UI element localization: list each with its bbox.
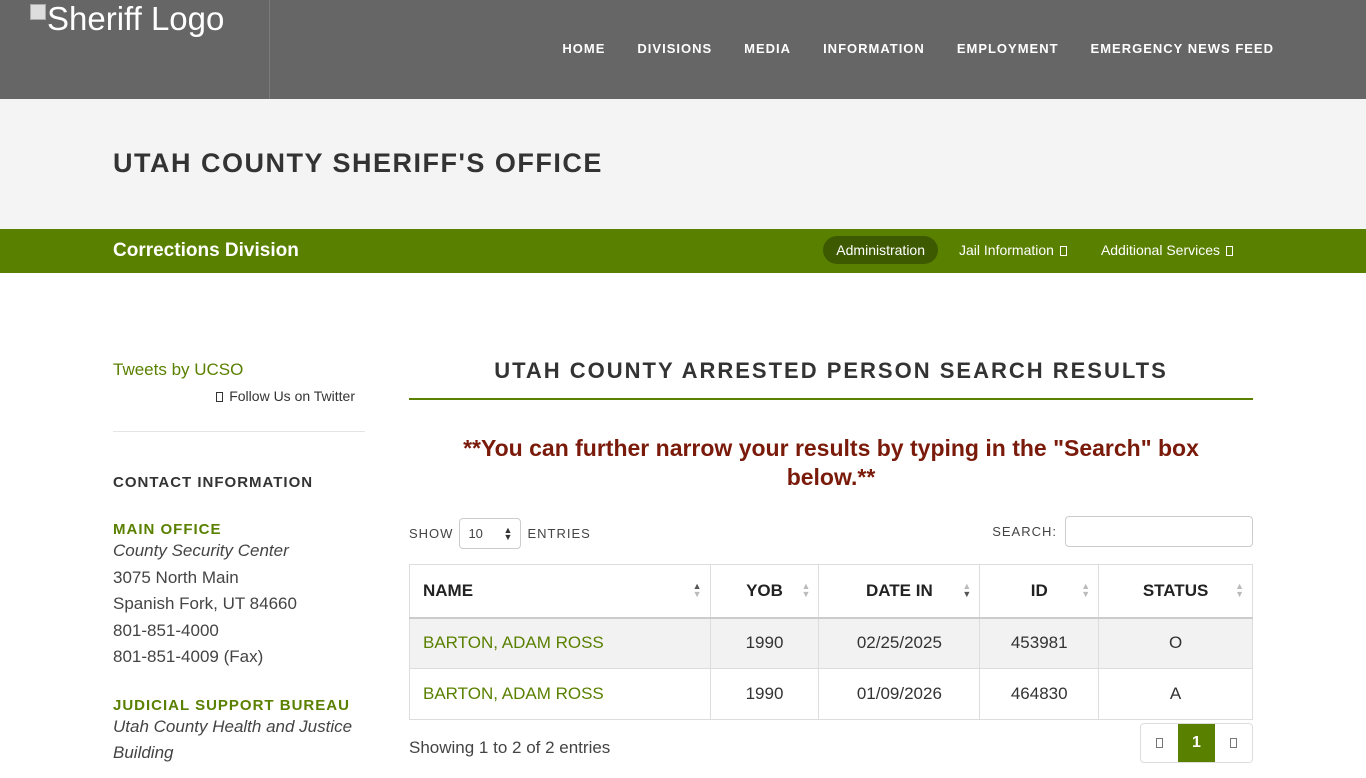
follow-label: Follow Us on Twitter — [229, 388, 355, 404]
col-id-label: ID — [1030, 580, 1048, 600]
cell-status: A — [1098, 668, 1253, 720]
main-office-address: County Security Center 3075 North Main S… — [113, 538, 365, 671]
cell-id: 464830 — [979, 668, 1100, 720]
subnav-administration-label: Administration — [836, 242, 925, 258]
sheriff-logo[interactable]: Sheriff Logo — [30, 0, 224, 38]
col-yob-label: YOB — [746, 580, 783, 600]
main-nav: HOME DIVISIONS MEDIA INFORMATION EMPLOYM… — [546, 38, 1290, 59]
subnav-additional-services-label: Additional Services — [1100, 242, 1220, 258]
cell-id: 453981 — [979, 617, 1100, 669]
col-date-in-header[interactable]: DATE IN ▲ ▼ — [818, 564, 981, 619]
pagination: 1 — [1140, 723, 1253, 763]
nav-home[interactable]: HOME — [546, 38, 621, 59]
divider — [113, 431, 365, 432]
table-row: BARTON, ADAM ROSS 1990 01/09/2026 464830… — [409, 668, 1253, 720]
nav-divisions[interactable]: DIVISIONS — [621, 38, 728, 59]
search-input[interactable] — [1065, 516, 1253, 547]
broken-image-icon — [30, 4, 46, 20]
results-table: NAME ▲ ▼ YOB ▲ ▼ DATE IN ▲ ▼ ID ▲ ▼ STATUS ▲ ▼ BAR… — [409, 564, 1253, 720]
col-id-header[interactable]: ID ▲ ▼ — [979, 564, 1100, 619]
cell-name-link[interactable]: BARTON, ADAM ROSS — [409, 668, 711, 720]
main-office-phone: 801-851-4000 — [113, 620, 219, 640]
sidebar: Tweets by UCSO Follow Us on Twitter CONT… — [113, 360, 365, 767]
next-page-button[interactable] — [1215, 724, 1252, 762]
results-heading: UTAH COUNTY ARRESTED PERSON SEARCH RESUL… — [409, 340, 1253, 400]
division-bar: Corrections Division Administration Jail… — [0, 229, 1366, 273]
main-office-heading: MAIN OFFICE — [113, 521, 222, 538]
cell-status: O — [1098, 617, 1253, 669]
contact-heading: CONTACT INFORMATION — [113, 474, 314, 491]
logo-alt-text: Sheriff Logo — [47, 0, 225, 37]
division-nav: Administration Jail Information Addition… — [815, 236, 1246, 264]
col-status-label: STATUS — [1142, 580, 1209, 600]
judicial-heading: JUDICIAL SUPPORT BUREAU — [113, 696, 350, 714]
judicial-address: Utah County Health and Justice Building — [113, 714, 365, 767]
entries-length: SHOW 10 ▲ ▼ ENTRIES — [409, 518, 591, 549]
entries-select[interactable]: 10 ▲ ▼ — [459, 518, 522, 549]
sort-icon: ▲ ▼ — [1235, 581, 1244, 599]
nav-information[interactable]: INFORMATION — [807, 38, 941, 59]
nav-media[interactable]: MEDIA — [728, 38, 807, 59]
narrow-results-notice: **You can further narrow your results by… — [463, 435, 1199, 490]
cell-name-link[interactable]: BARTON, ADAM ROSS — [409, 617, 711, 669]
nav-employment[interactable]: EMPLOYMENT — [941, 38, 1075, 59]
page-button-current[interactable]: 1 — [1178, 724, 1215, 762]
sort-asc-icon: ▲ ▼ — [692, 581, 702, 599]
judicial-building: Utah County Health and Justice — [113, 716, 353, 736]
col-status-header[interactable]: STATUS ▲ ▼ — [1098, 564, 1253, 619]
sort-icon: ▲ ▼ — [801, 581, 811, 599]
col-name-label: NAME — [423, 580, 474, 600]
prev-page-button[interactable] — [1141, 724, 1178, 762]
entries-value: 10 — [468, 526, 483, 541]
twitter-icon — [216, 392, 224, 402]
entries-label: ENTRIES — [527, 526, 591, 541]
nav-emergency-news-feed[interactable]: EMERGENCY NEWS FEED — [1075, 38, 1290, 59]
chevron-left-icon — [1156, 738, 1163, 748]
entries-info: Showing 1 to 2 of 2 entries — [409, 738, 611, 757]
logo-area[interactable]: Sheriff Logo — [0, 0, 270, 99]
judicial-building-line2: Building — [113, 743, 174, 762]
subnav-jail-information-label: Jail Information — [959, 242, 1054, 258]
cell-date-in: 01/09/2026 — [818, 668, 981, 720]
main-office-street: 3075 North Main — [113, 567, 239, 587]
main-office-building: County Security Center — [113, 541, 289, 560]
subnav-jail-information[interactable]: Jail Information — [946, 236, 1080, 264]
tweets-link[interactable]: Tweets by UCSO — [113, 360, 365, 380]
sort-icon: ▲ ▼ — [1081, 581, 1091, 599]
division-title[interactable]: Corrections Division — [113, 240, 299, 262]
cell-date-in: 02/25/2025 — [818, 617, 981, 669]
subnav-additional-services[interactable]: Additional Services — [1088, 236, 1246, 264]
page-title: UTAH COUNTY SHERIFF'S OFFICE — [113, 148, 603, 178]
sort-desc-icon: ▲ ▼ — [962, 581, 972, 599]
search-label: SEARCH: — [992, 524, 1057, 539]
col-yob-header[interactable]: YOB ▲ ▼ — [709, 564, 820, 619]
dropdown-icon — [1226, 246, 1233, 256]
show-label: SHOW — [409, 526, 454, 541]
dropdown-icon — [1059, 246, 1067, 256]
table-header-row: NAME ▲ ▼ YOB ▲ ▼ DATE IN ▲ ▼ ID ▲ ▼ STATUS ▲ ▼ — [409, 564, 1253, 619]
chevron-right-icon — [1230, 738, 1237, 748]
cell-yob: 1990 — [709, 668, 820, 720]
main-content: UTAH COUNTY ARRESTED PERSON SEARCH RESUL… — [409, 340, 1253, 778]
table-footer: Showing 1 to 2 of 2 entries 1 — [409, 723, 1253, 778]
table-row: BARTON, ADAM ROSS 1990 02/25/2025 453981… — [409, 617, 1253, 669]
select-arrows-icon: ▲ ▼ — [503, 524, 513, 542]
col-name-header[interactable]: NAME ▲ ▼ — [409, 564, 711, 619]
subnav-administration[interactable]: Administration — [823, 236, 938, 264]
table-controls: SHOW 10 ▲ ▼ ENTRIES SEARCH: — [409, 516, 1253, 550]
col-date-in-label: DATE IN — [865, 580, 933, 600]
search-box: SEARCH: — [992, 516, 1253, 547]
cell-yob: 1990 — [709, 617, 820, 669]
main-office-city: Spanish Fork, UT 84660 — [113, 594, 297, 613]
title-band: UTAH COUNTY SHERIFF'S OFFICE — [0, 99, 1366, 229]
follow-twitter-link[interactable]: Follow Us on Twitter — [113, 388, 365, 404]
site-header: Sheriff Logo HOME DIVISIONS MEDIA INFORM… — [0, 0, 1366, 99]
main-office-fax: 801-851-4009 (Fax) — [113, 647, 264, 666]
